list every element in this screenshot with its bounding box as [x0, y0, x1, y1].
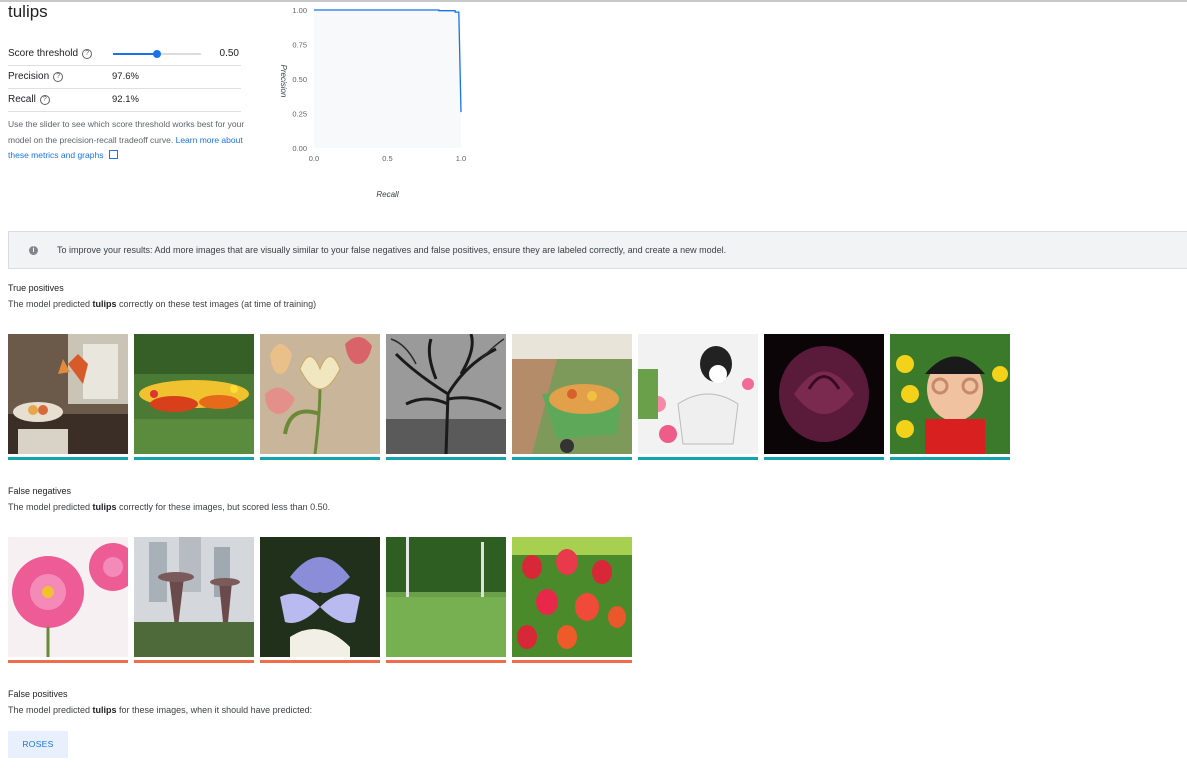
child-in-tulips-photo[interactable]	[890, 334, 1010, 454]
y-tick-label: 0.25	[292, 110, 307, 119]
image-result-bar	[386, 457, 506, 460]
x-tick-label: 0.0	[309, 154, 319, 163]
image-result-bar	[134, 660, 254, 663]
metrics-panel: Score threshold ? 0.50 Precision ? 97.6%…	[8, 43, 241, 112]
banner-text: To improve your results: Add more images…	[57, 245, 727, 255]
open-in-new-icon[interactable]	[109, 150, 119, 159]
y-tick-label: 0.75	[292, 41, 307, 50]
image-result-bar	[8, 660, 128, 663]
precision-value: 97.6%	[112, 71, 139, 82]
recall-label-group: Recall ?	[8, 94, 50, 105]
false-negatives-grid	[8, 537, 638, 663]
info-icon: i	[29, 246, 38, 255]
image-tile[interactable]	[134, 334, 254, 460]
image-tile[interactable]	[638, 334, 758, 460]
recall-row: Recall ? 92.1%	[8, 89, 241, 112]
precision-row: Precision ? 97.6%	[8, 66, 241, 89]
fp-desc-post: for these images, when it should have pr…	[116, 705, 313, 715]
image-tile[interactable]	[386, 334, 506, 460]
metrics-help-text: Use the slider to see which score thresh…	[8, 117, 248, 164]
true-positives-grid	[8, 334, 1016, 460]
false-negatives-desc: The model predicted tulips correctly for…	[8, 502, 330, 512]
label-title: tulips	[8, 2, 48, 21]
roses-label-chip[interactable]: ROSES	[8, 731, 68, 758]
image-tile[interactable]	[8, 537, 128, 663]
image-result-bar	[512, 660, 632, 663]
room-with-tulips-photo[interactable]	[8, 334, 128, 454]
top-divider	[0, 0, 1187, 2]
fn-desc-post: correctly for these images, but scored l…	[116, 502, 331, 512]
image-result-bar	[764, 457, 884, 460]
help-circle-icon[interactable]: ?	[39, 94, 50, 105]
score-threshold-label: Score threshold	[8, 48, 79, 59]
x-tick-label: 0.5	[382, 154, 392, 163]
image-result-bar	[638, 457, 758, 460]
image-result-bar	[134, 457, 254, 460]
image-tile[interactable]	[8, 334, 128, 460]
slider-fill	[113, 53, 157, 55]
score-threshold-slider[interactable]	[113, 50, 201, 58]
fp-desc-pre: The model predicted	[8, 705, 93, 715]
dark-purple-tulip-photo[interactable]	[764, 334, 884, 454]
precision-recall-chart: 1.00 0.75 0.50 0.25 0.000.0 0.5 1.0 Recall Preci…	[279, 6, 466, 199]
fn-desc-pre: The model predicted	[8, 502, 93, 512]
precision-label: Precision	[8, 71, 50, 82]
x-tick-label: 1.0	[456, 154, 466, 163]
blue-iris-photo[interactable]	[260, 537, 380, 657]
image-tile[interactable]	[260, 334, 380, 460]
tulip-illustration-photo[interactable]	[260, 334, 380, 454]
image-tile[interactable]	[512, 537, 632, 663]
score-threshold-row: Score threshold ? 0.50	[8, 43, 241, 66]
slider-thumb[interactable]	[153, 50, 161, 58]
park-lawn-photo[interactable]	[386, 537, 506, 657]
image-result-bar	[8, 457, 128, 460]
tp-desc-bold: tulips	[92, 299, 117, 309]
false-positives-desc: The model predicted tulips for these ima…	[8, 705, 312, 715]
x-axis-label: Recall	[376, 190, 398, 199]
false-negatives-title: False negatives	[8, 486, 72, 496]
precision-label-group: Precision ?	[8, 71, 64, 82]
image-tile[interactable]	[512, 334, 632, 460]
image-result-bar	[890, 457, 1010, 460]
improve-results-banner: i To improve your results: Add more imag…	[8, 231, 1187, 269]
red-tulip-field-photo[interactable]	[512, 537, 632, 657]
false-positives-title: False positives	[8, 689, 68, 699]
true-positives-title: True positives	[8, 283, 64, 293]
tp-desc-post: correctly on these test images (at time …	[116, 299, 317, 309]
help-circle-icon[interactable]: ?	[82, 48, 93, 59]
image-tile[interactable]	[134, 537, 254, 663]
flower-wheelbarrow-photo[interactable]	[512, 334, 632, 454]
score-threshold-label-group: Score threshold ?	[8, 48, 93, 59]
y-tick-label: 0.00	[292, 144, 307, 153]
pink-peony-tulips-photo[interactable]	[8, 537, 128, 657]
image-result-bar	[260, 457, 380, 460]
chart-plot-area	[314, 10, 461, 148]
supertree-grove-photo[interactable]	[134, 537, 254, 657]
y-axis-label: Precision	[279, 65, 288, 98]
fp-desc-bold: tulips	[92, 705, 117, 715]
image-tile[interactable]	[386, 537, 506, 663]
help-circle-icon[interactable]: ?	[53, 71, 64, 82]
image-tile[interactable]	[260, 537, 380, 663]
score-threshold-value: 0.50	[219, 48, 239, 59]
y-tick-label: 1.00	[292, 6, 307, 15]
recall-value: 92.1%	[112, 94, 139, 105]
image-tile[interactable]	[890, 334, 1010, 460]
true-positives-desc: The model predicted tulips correctly on …	[8, 299, 316, 309]
y-tick-label: 0.50	[292, 75, 307, 84]
fn-desc-bold: tulips	[92, 502, 117, 512]
tp-desc-pre: The model predicted	[8, 299, 93, 309]
recall-label: Recall	[8, 94, 36, 105]
dog-with-tulip-basket-photo[interactable]	[638, 334, 758, 454]
image-result-bar	[512, 457, 632, 460]
image-result-bar	[260, 660, 380, 663]
image-tile[interactable]	[764, 334, 884, 460]
bare-tree-bw-photo[interactable]	[386, 334, 506, 454]
garden-flowerbeds-photo[interactable]	[134, 334, 254, 454]
image-result-bar	[386, 660, 506, 663]
